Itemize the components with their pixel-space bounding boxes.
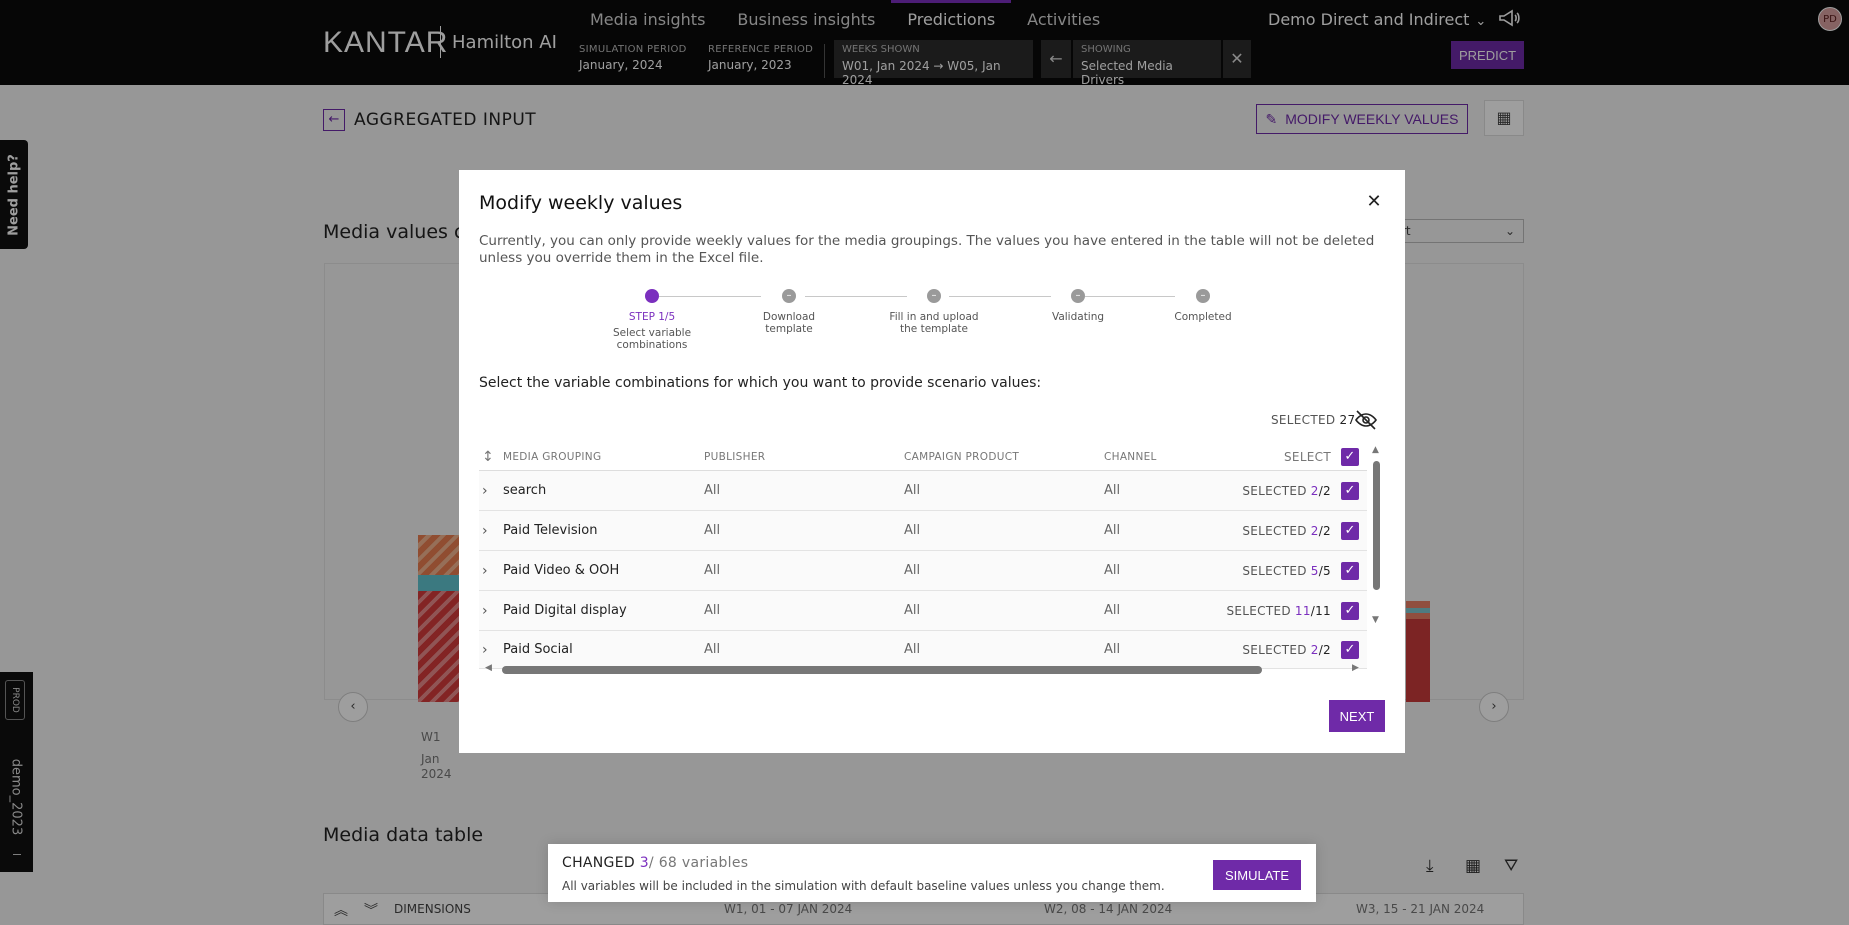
selected-count-label: SELECTED: [1271, 413, 1336, 427]
row-selected-count: SELECTED 2/2: [1242, 511, 1331, 550]
scroll-up-icon[interactable]: ▲: [1372, 445, 1379, 455]
resize-rows-icon[interactable]: ↕: [482, 443, 498, 470]
changes-toast: CHANGED 3/ 68 variables All variables wi…: [548, 844, 1316, 902]
row-selected-label: SELECTED: [1242, 642, 1307, 657]
col-select: SELECT: [1284, 449, 1331, 464]
changed-total: / 68 variables: [648, 855, 749, 871]
table-row: › Paid Television All All All SELECTED 2/…: [479, 511, 1367, 551]
eye-off-icon[interactable]: [1354, 408, 1378, 432]
scroll-thumb[interactable]: [502, 666, 1262, 674]
col-media-grouping[interactable]: MEDIA GROUPING: [503, 443, 601, 470]
row-checkbox[interactable]: ✓: [1341, 481, 1359, 500]
step-label: Fill in and upload the template: [889, 311, 979, 335]
col-campaign-product[interactable]: CAMPAIGN PRODUCT: [904, 443, 1019, 470]
row-checkbox[interactable]: ✓: [1341, 601, 1359, 620]
row-selected-label: SELECTED: [1242, 563, 1307, 578]
row-media-grouping: Paid Digital display: [503, 603, 627, 618]
scroll-down-icon[interactable]: ▼: [1372, 615, 1379, 625]
row-selected-label: SELECTED: [1226, 603, 1291, 618]
step-pending-icon: –: [782, 289, 796, 303]
row-selected-value: 2: [1310, 523, 1319, 538]
row-channel: All: [1104, 483, 1121, 498]
changed-summary: CHANGED 3/ 68 variables: [562, 855, 748, 871]
row-campaign-product: All: [904, 563, 921, 578]
step-label: Download template: [762, 311, 816, 335]
modal-title: Modify weekly values: [479, 192, 683, 214]
step-pending-icon: –: [1196, 289, 1210, 303]
row-media-grouping: search: [503, 483, 547, 498]
table-row: › Paid Video & OOH All All All SELECTED 5…: [479, 551, 1367, 591]
step-label: Completed: [1174, 311, 1232, 323]
row-selected-total: /11: [1310, 603, 1331, 618]
table-horizontal-scrollbar[interactable]: ◀ ▶: [479, 663, 1367, 677]
row-campaign-product: All: [904, 603, 921, 618]
row-selected-value: 5: [1310, 563, 1319, 578]
next-button[interactable]: NEXT: [1329, 700, 1385, 732]
row-checkbox[interactable]: ✓: [1341, 561, 1359, 580]
chevron-right-icon[interactable]: ›: [482, 551, 498, 590]
close-icon[interactable]: ✕: [1364, 192, 1384, 212]
row-checkbox[interactable]: ✓: [1341, 521, 1359, 540]
row-selected-total: /2: [1318, 523, 1331, 538]
row-selected-total: /2: [1318, 483, 1331, 498]
row-publisher: All: [704, 483, 721, 498]
step-current-icon: [645, 289, 659, 303]
row-publisher: All: [704, 603, 721, 618]
step-pending-icon: –: [927, 289, 941, 303]
instruction-text: Select the variable combinations for whi…: [479, 375, 1042, 391]
chevron-right-icon[interactable]: ›: [482, 511, 498, 550]
row-channel: All: [1104, 523, 1121, 538]
row-selected-total: /2: [1318, 642, 1331, 657]
modal-description: Currently, you can only provide weekly v…: [479, 233, 1375, 266]
step-validating: – Validating: [1028, 289, 1128, 323]
step-completed: – Completed: [1153, 289, 1253, 323]
combinations-table: ↕ MEDIA GROUPING PUBLISHER CAMPAIGN PROD…: [479, 443, 1367, 669]
table-header: ↕ MEDIA GROUPING PUBLISHER CAMPAIGN PROD…: [479, 443, 1367, 471]
changed-subtext: All variables will be included in the si…: [562, 879, 1165, 893]
row-selected-value: 2: [1310, 642, 1319, 657]
row-publisher: All: [704, 563, 721, 578]
step-select-combinations: STEP 1/5 Select variable combinations: [602, 289, 702, 351]
row-selected-total: /5: [1318, 563, 1331, 578]
select-all-checkbox[interactable]: ✓: [1341, 447, 1359, 466]
col-publisher[interactable]: PUBLISHER: [704, 443, 765, 470]
row-selected-label: SELECTED: [1242, 523, 1307, 538]
table-row: › Paid Digital display All All All SELEC…: [479, 591, 1367, 631]
step-fill-upload: – Fill in and upload the template: [884, 289, 984, 335]
row-publisher: All: [704, 523, 721, 538]
scroll-thumb[interactable]: [1373, 461, 1380, 590]
table-row: › search All All All SELECTED 2/2 ✓: [479, 471, 1367, 511]
table-vertical-scrollbar[interactable]: ▲ ▼: [1370, 445, 1382, 835]
row-media-grouping: Paid Television: [503, 523, 598, 538]
row-campaign-product: All: [904, 483, 921, 498]
row-channel: All: [1104, 603, 1121, 618]
scroll-right-icon[interactable]: ▶: [1352, 663, 1359, 673]
step-label: Validating: [1051, 311, 1105, 323]
changed-count: 3: [639, 855, 649, 871]
row-selected-count: SELECTED 11/11: [1227, 591, 1332, 630]
modify-weekly-values-modal: Modify weekly values ✕ Currently, you ca…: [459, 170, 1405, 753]
col-channel[interactable]: CHANNEL: [1104, 443, 1157, 470]
chevron-right-icon[interactable]: ›: [482, 471, 498, 510]
chevron-right-icon[interactable]: ›: [482, 591, 498, 630]
step-download-template: – Download template: [739, 289, 839, 335]
step-title: STEP 1/5: [628, 311, 676, 323]
row-selected-count: SELECTED 2/2: [1242, 471, 1331, 510]
step-label: Select variable combinations: [612, 327, 692, 351]
scroll-left-icon[interactable]: ◀: [485, 663, 492, 673]
row-media-grouping: Paid Video & OOH: [503, 563, 620, 578]
row-selected-value: 2: [1310, 483, 1319, 498]
step-pending-icon: –: [1071, 289, 1085, 303]
simulate-button[interactable]: SIMULATE: [1213, 860, 1301, 890]
row-campaign-product: All: [904, 523, 921, 538]
row-checkbox[interactable]: ✓: [1341, 640, 1359, 659]
row-selected-value: 11: [1294, 603, 1311, 618]
row-selected-label: SELECTED: [1242, 483, 1307, 498]
row-selected-count: SELECTED 5/5: [1242, 551, 1331, 590]
row-channel: All: [1104, 563, 1121, 578]
changed-label: CHANGED: [562, 855, 635, 871]
selected-count: SELECTED 27: [1271, 413, 1355, 427]
